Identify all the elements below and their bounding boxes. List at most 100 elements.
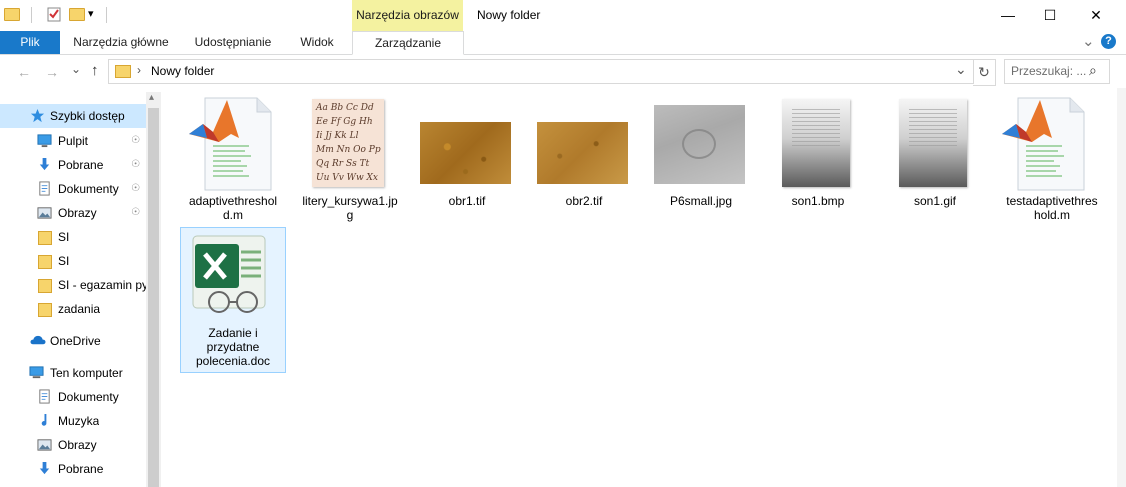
file-name-line: adaptivethreshol: [188, 194, 278, 208]
sidebar-item-quick-access[interactable]: Szybki dostęp: [0, 104, 146, 128]
up-arrow-icon[interactable]: ↑: [91, 62, 99, 79]
close-button[interactable]: ✕: [1073, 0, 1119, 31]
tab-home[interactable]: Narzędzia główne: [62, 31, 180, 54]
title-bar: ▾ Narzędzia obrazów Nowy folder — ☐ ✕: [0, 0, 1126, 31]
tab-share[interactable]: Udostępnianie: [183, 31, 283, 54]
download-icon: [39, 461, 50, 475]
pin-icon[interactable]: ☉: [131, 129, 140, 153]
file-name-line: d.m: [222, 208, 243, 222]
properties-icon[interactable]: [46, 6, 62, 22]
matlab-file-icon: [1002, 97, 1085, 191]
ribbon-collapse-icon[interactable]: ⌄: [1082, 32, 1095, 50]
sidebar-item-downloads[interactable]: Pobrane ☉: [0, 153, 146, 177]
pictures-icon: [37, 439, 52, 451]
file-item[interactable]: Aa Bb Cc Dd Ee Ff Gg Hh Ii Jj Kk Ll Mm Nn O…: [297, 96, 403, 226]
file-item[interactable]: testadaptivethres hold.m: [999, 96, 1105, 226]
pictures-icon: [37, 207, 52, 219]
sidebar-scrollbar-thumb[interactable]: [148, 108, 159, 487]
divider: [106, 7, 107, 23]
refresh-icon: ↻: [978, 64, 990, 80]
script-row: Aa Bb Cc Dd: [316, 103, 374, 113]
file-name: P6small.jpg: [669, 194, 733, 208]
breadcrumb-current[interactable]: Nowy folder: [151, 64, 214, 78]
sidebar-item-pictures[interactable]: Obrazy ☉: [0, 201, 146, 225]
forward-arrow-icon[interactable]: →: [45, 64, 59, 80]
sidebar-item-label: SI - egazamin py: [58, 278, 146, 292]
matlab-file-icon: [189, 97, 272, 191]
tab-file[interactable]: Plik: [0, 31, 60, 54]
search-placeholder: Przeszukaj: ...: [1011, 64, 1087, 78]
folder-icon: [4, 8, 20, 21]
file-name: obr2.tif: [565, 194, 603, 208]
image-thumbnail: Aa Bb Cc Dd Ee Ff Gg Hh Ii Jj Kk Ll Mm Nn O…: [312, 99, 384, 187]
close-icon: ✕: [1090, 7, 1102, 23]
sidebar-item-pc-downloads[interactable]: Pobrane: [0, 457, 146, 481]
file-name: son1.bmp: [791, 194, 845, 208]
tab-manage[interactable]: Zarządzanie: [352, 31, 464, 55]
pin-icon[interactable]: ☉: [131, 201, 140, 225]
search-icon[interactable]: ⌕: [1089, 62, 1097, 79]
window-title: Nowy folder: [477, 8, 541, 22]
new-folder-icon[interactable]: [69, 8, 85, 21]
context-tab-label: Narzędzia obrazów: [356, 8, 459, 22]
maximize-icon: ☐: [1043, 7, 1057, 23]
file-item[interactable]: adaptivethreshol d.m: [180, 96, 286, 226]
file-item[interactable]: P6small.jpg: [648, 96, 754, 226]
help-icon[interactable]: ?: [1101, 34, 1116, 49]
file-name-line: hold.m: [1033, 208, 1071, 222]
sidebar-item-onedrive[interactable]: OneDrive: [0, 329, 146, 353]
search-input[interactable]: Przeszukaj: ... ⌕: [1004, 59, 1110, 84]
file-item[interactable]: son1.gif: [882, 96, 988, 226]
scroll-up-icon[interactable]: ▴: [149, 92, 154, 103]
image-thumbnail: [782, 99, 850, 187]
script-row: Qq Rr Ss Tt: [316, 159, 370, 169]
sidebar-item-pc-pictures[interactable]: Obrazy: [0, 433, 146, 457]
minimize-icon: —: [1001, 7, 1015, 23]
star-icon: [30, 108, 45, 123]
file-item[interactable]: son1.bmp: [765, 96, 871, 226]
breadcrumb-separator[interactable]: ›: [137, 63, 141, 77]
sidebar-item-label: Pobrane: [58, 158, 104, 172]
script-row: Uu Vv Ww Xx: [316, 173, 378, 183]
back-arrow-icon[interactable]: ←: [17, 64, 31, 80]
sidebar-item-label: Pulpit: [58, 134, 89, 148]
address-dropdown-icon[interactable]: ⌄: [955, 61, 967, 78]
file-item[interactable]: obr1.tif: [414, 96, 520, 226]
pin-icon[interactable]: ☉: [131, 177, 140, 201]
maximize-button[interactable]: ☐: [1027, 0, 1073, 31]
sidebar-item-label: Ten komputer: [50, 366, 123, 380]
file-name-line: g: [346, 208, 354, 222]
script-rows: Aa Bb Cc Dd Ee Ff Gg Hh Ii Jj Kk Ll Mm Nn O…: [312, 99, 384, 185]
sidebar-item-label: Obrazy: [58, 206, 97, 220]
sidebar-item-desktop[interactable]: Pulpit ☉: [0, 129, 146, 153]
sidebar-item-label: Dokumenty: [58, 390, 119, 404]
sidebar-item-folder-si-egazamin[interactable]: SI - egazamin py: [0, 273, 146, 297]
tab-view[interactable]: Widok: [288, 31, 346, 54]
sidebar-item-label: SI: [58, 254, 70, 268]
recent-locations-icon[interactable]: ⌄: [71, 62, 81, 76]
file-name: Zadanie i przydatne polecenia.doc: [181, 326, 285, 368]
file-name: litery_kursywa1.jp g: [297, 194, 403, 222]
file-item[interactable]: Zadanie i przydatne polecenia.doc: [180, 227, 286, 373]
minimize-button[interactable]: —: [985, 0, 1031, 31]
sidebar-item-folder-si-2[interactable]: SI: [0, 249, 146, 273]
address-bar[interactable]: › Nowy folder ⌄: [108, 59, 974, 84]
refresh-button[interactable]: ↻: [973, 59, 996, 86]
sidebar-item-music[interactable]: Muzyka: [0, 409, 146, 433]
sidebar-item-folder-zadania[interactable]: zadania: [0, 297, 146, 321]
content-scrollbar[interactable]: [1117, 88, 1126, 487]
file-name: obr1.tif: [448, 194, 486, 208]
folder-icon: [38, 279, 52, 293]
onedrive-icon: [30, 335, 46, 345]
sidebar-item-documents[interactable]: Dokumenty ☉: [0, 177, 146, 201]
image-thumbnail: [899, 99, 967, 187]
pin-icon[interactable]: ☉: [131, 153, 140, 177]
qat-dropdown-icon[interactable]: ▾: [88, 7, 94, 20]
sidebar-item-pc-documents[interactable]: Dokumenty: [0, 385, 146, 409]
divider: [31, 7, 32, 23]
file-item[interactable]: obr2.tif: [531, 96, 637, 226]
sidebar-item-this-pc[interactable]: Ten komputer: [0, 361, 146, 385]
file-name-line: przydatne: [206, 340, 260, 354]
sidebar-item-folder-si[interactable]: SI: [0, 225, 146, 249]
context-tab-header: Narzędzia obrazów: [352, 0, 463, 31]
